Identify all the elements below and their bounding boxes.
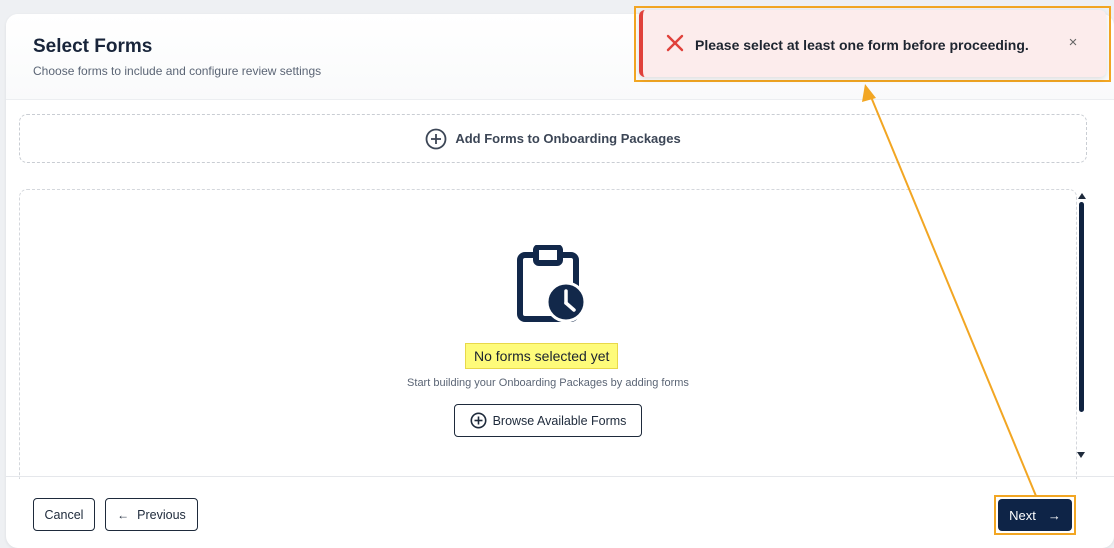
add-forms-button[interactable]: Add Forms to Onboarding Packages <box>19 114 1087 163</box>
next-button[interactable]: Next → <box>998 499 1072 531</box>
clipboard-clock-icon <box>516 244 588 325</box>
next-button-highlight: Next → <box>994 495 1076 535</box>
cancel-button[interactable]: Cancel <box>33 498 95 531</box>
toast-message: Please select at least one form before p… <box>695 37 1029 53</box>
add-forms-label: Add Forms to Onboarding Packages <box>455 131 681 146</box>
footer-divider <box>6 476 1114 477</box>
previous-button[interactable]: ← Previous <box>105 498 198 531</box>
toast-close-button[interactable]: × <box>1065 35 1081 51</box>
next-label: Next <box>1009 507 1036 523</box>
scroll-down-arrow[interactable] <box>1077 452 1085 458</box>
selected-forms-area: No forms selected yet Start building you… <box>19 189 1077 479</box>
error-x-icon <box>666 34 684 52</box>
arrow-left-icon: ← <box>117 507 130 522</box>
select-forms-panel: Select Forms Choose forms to include and… <box>6 14 1114 548</box>
plus-circle-icon <box>425 128 447 150</box>
arrow-right-icon: → <box>1047 507 1061 523</box>
empty-state-subtitle: Start building your Onboarding Packages … <box>407 377 689 389</box>
empty-state-title: No forms selected yet <box>464 343 619 369</box>
page-subtitle: Choose forms to include and configure re… <box>33 64 322 78</box>
page-title: Select Forms <box>33 36 153 57</box>
browse-forms-label: Browse Available Forms <box>492 413 627 428</box>
browse-forms-button[interactable]: Browse Available Forms <box>454 404 642 437</box>
error-toast: Please select at least one form before p… <box>639 10 1106 77</box>
scroll-up-arrow[interactable] <box>1078 193 1086 199</box>
previous-label: Previous <box>137 507 186 522</box>
plus-circle-icon <box>470 412 487 429</box>
scrollbar-thumb[interactable] <box>1079 202 1084 412</box>
